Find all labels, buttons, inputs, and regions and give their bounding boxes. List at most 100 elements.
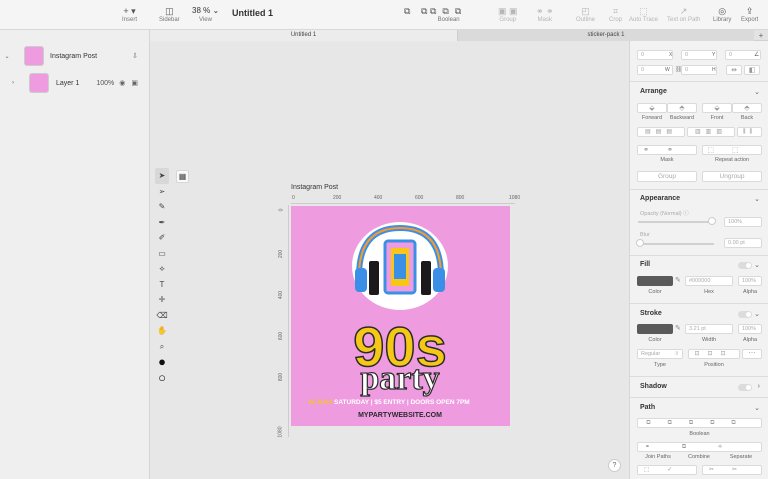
rectangle-tool-icon[interactable]: ▭	[155, 246, 169, 262]
fill-color-icon[interactable]: ●	[155, 354, 169, 370]
node-tool-icon[interactable]: ✎	[155, 199, 169, 215]
text-tool-icon[interactable]: T	[155, 277, 169, 293]
path-operation-buttons[interactable]: ⚭⧉⟡	[637, 442, 762, 452]
path-extra-buttons-right[interactable]: ✂✂	[702, 465, 762, 475]
group-button[interactable]: ▣ ▣ Group	[498, 5, 518, 23]
opacity-field[interactable]: 100%	[724, 217, 762, 227]
view-label: View	[199, 17, 212, 23]
intersect-icon: ⧉⧉⧉	[430, 6, 468, 16]
tab-sticker-pack-1[interactable]: sticker-pack 1	[458, 30, 754, 41]
headline-bottom: party	[360, 360, 439, 397]
image-tool-icon[interactable]: ▦	[176, 170, 189, 183]
fill-color-swatch[interactable]	[637, 276, 673, 286]
group-button[interactable]: Group	[637, 171, 697, 182]
distribute-buttons[interactable]: ⫼⫼	[737, 127, 762, 137]
chevron-right-icon[interactable]: ›	[758, 383, 760, 390]
opacity-slider-handle[interactable]	[708, 217, 716, 225]
backward-icon: ⬘	[679, 105, 685, 112]
eyedropper-icon[interactable]: ✎	[675, 324, 681, 332]
mask-icon: ⚭⚭	[643, 147, 691, 154]
toolbar: + ▾ Insert ◫ Sidebar 38 % ⌄ View Untitle…	[0, 0, 768, 30]
stepper-icon: ⇳	[674, 351, 679, 357]
fill-toggle[interactable]	[738, 262, 752, 269]
stroke-width-field[interactable]: 3.21 pt	[685, 324, 733, 334]
x-field[interactable]: 0	[637, 50, 673, 60]
eyedropper-icon[interactable]: ✎	[675, 276, 681, 284]
poster-info: SATURDAY | $5 ENTRY | DOORS OPEN 7PM	[334, 399, 470, 406]
boolean-union-button[interactable]: ⧉	[404, 5, 410, 17]
layer-row-layer1[interactable]: › Layer 1 100% ◉ ▣	[0, 72, 150, 94]
path-extra-buttons-left[interactable]: ⬚✓	[637, 465, 697, 475]
angle-icon: ∠	[754, 52, 760, 58]
blur-field[interactable]: 0.00 pt	[724, 238, 762, 248]
backward-button[interactable]: ⬘	[667, 103, 697, 113]
stroke-color-swatch[interactable]	[637, 324, 673, 334]
stroke-alpha-field[interactable]: 100%	[738, 324, 762, 334]
pen-tool-icon[interactable]: ✒	[155, 215, 169, 231]
select-arrow-icon[interactable]: ➤	[155, 168, 169, 184]
chevron-down-icon[interactable]: ⌄	[754, 261, 760, 269]
chevron-down-icon[interactable]: ⌄	[0, 53, 14, 60]
hand-tool-icon[interactable]: ✋	[155, 323, 169, 339]
artboard-instagram-post[interactable]: 90s party 22 JULY SATURDAY | $5 ENTRY | …	[291, 206, 510, 426]
document-title[interactable]: Untitled 1	[232, 8, 273, 18]
chevron-right-icon[interactable]: ›	[0, 80, 14, 86]
stroke-more-button[interactable]: ⋯	[742, 349, 762, 359]
stroke-position-buttons[interactable]: ⊡⊡⊡	[688, 349, 740, 359]
chevron-down-icon[interactable]: ⌄	[754, 88, 760, 96]
ungroup-button[interactable]: Ungroup	[702, 171, 762, 182]
zoom-tool-icon[interactable]: ⌕	[155, 339, 169, 355]
mask-buttons[interactable]: ⚭⚭	[637, 145, 697, 155]
export-button[interactable]: ⇪ Export	[741, 5, 758, 23]
stroke-toggle[interactable]	[738, 311, 752, 318]
align-horizontal-buttons[interactable]: ▤▤▤	[637, 127, 685, 137]
fill-alpha-field[interactable]: 100%	[738, 276, 762, 286]
chevron-down-icon[interactable]: ⌄	[754, 310, 760, 318]
textonpath-button[interactable]: ↗ Text on Path	[667, 5, 700, 23]
eraser-tool-icon[interactable]: ⌫	[155, 308, 169, 324]
lock-icon[interactable]: ▣	[131, 79, 138, 87]
repeat-action-buttons[interactable]: ⬚⬚	[702, 145, 762, 155]
library-button[interactable]: ◎ Library	[713, 5, 731, 23]
back-button[interactable]: ⬘	[732, 103, 762, 113]
align-icon: ▥▥▥	[694, 129, 727, 135]
crop-button[interactable]: ⌗ Crop	[609, 5, 622, 23]
new-tab-plus-icon[interactable]: +	[754, 30, 768, 41]
sidebar-icon: ◫	[165, 6, 174, 16]
path-boolean-buttons[interactable]: ⧉⧉⧉⧉⧉	[637, 418, 762, 428]
flip-vertical-icon[interactable]: ◧	[744, 65, 760, 75]
front-button[interactable]: ⬙	[702, 103, 732, 113]
stroke-color-icon[interactable]: ○	[155, 370, 169, 386]
stroke-type-select[interactable]: Regular ⇳	[637, 349, 683, 359]
pin-icon[interactable]: ⇩	[132, 52, 138, 60]
sidebar-button[interactable]: ◫ Sidebar	[159, 5, 180, 23]
brush-tool-icon[interactable]: ✐	[155, 230, 169, 246]
direct-select-icon[interactable]: ➢	[155, 184, 169, 200]
mask-button[interactable]: ⚭ ⚭ Mask	[536, 5, 554, 23]
lasso-tool-icon[interactable]: ⟡	[155, 261, 169, 277]
layer-row-artboard[interactable]: ⌄ Instagram Post ⇩	[0, 45, 150, 67]
opacity-slider[interactable]	[638, 221, 714, 223]
zoom-select[interactable]: 38 % ⌄	[192, 6, 219, 15]
flip-horizontal-icon[interactable]: ⇹	[726, 65, 742, 75]
align-vertical-buttons[interactable]: ▥▥▥	[687, 127, 735, 137]
chevron-down-icon: ⌄	[212, 6, 220, 15]
more-icon: ⋯	[748, 350, 756, 357]
insert-button[interactable]: + ▾ Insert	[122, 5, 137, 23]
outline-button[interactable]: ◰ Outline	[576, 5, 595, 23]
fill-hex-field[interactable]: #000000	[685, 276, 733, 286]
chevron-down-icon[interactable]: ⌄	[754, 195, 760, 203]
blur-slider[interactable]	[638, 243, 714, 245]
transform-tool-icon[interactable]: ✛	[155, 292, 169, 308]
boolean-subtract-button[interactable]: ⧉	[421, 5, 427, 17]
tool-palette: ➤ ➢ ✎ ✒ ✐ ▭ ⟡ T ✛ ⌫ ✋ ⌕ ● ○	[155, 168, 169, 385]
chevron-down-icon[interactable]: ⌄	[754, 404, 760, 412]
shadow-toggle[interactable]	[738, 384, 752, 391]
tab-untitled-1[interactable]: Untitled 1	[150, 30, 458, 41]
blur-label: Blur	[640, 232, 650, 238]
eye-icon[interactable]: ◉	[119, 79, 125, 87]
blur-slider-handle[interactable]	[636, 239, 644, 247]
autotrace-button[interactable]: ⬚ Auto Trace	[629, 5, 658, 23]
forward-button[interactable]: ⬙	[637, 103, 667, 113]
help-button[interactable]: ?	[608, 459, 621, 472]
